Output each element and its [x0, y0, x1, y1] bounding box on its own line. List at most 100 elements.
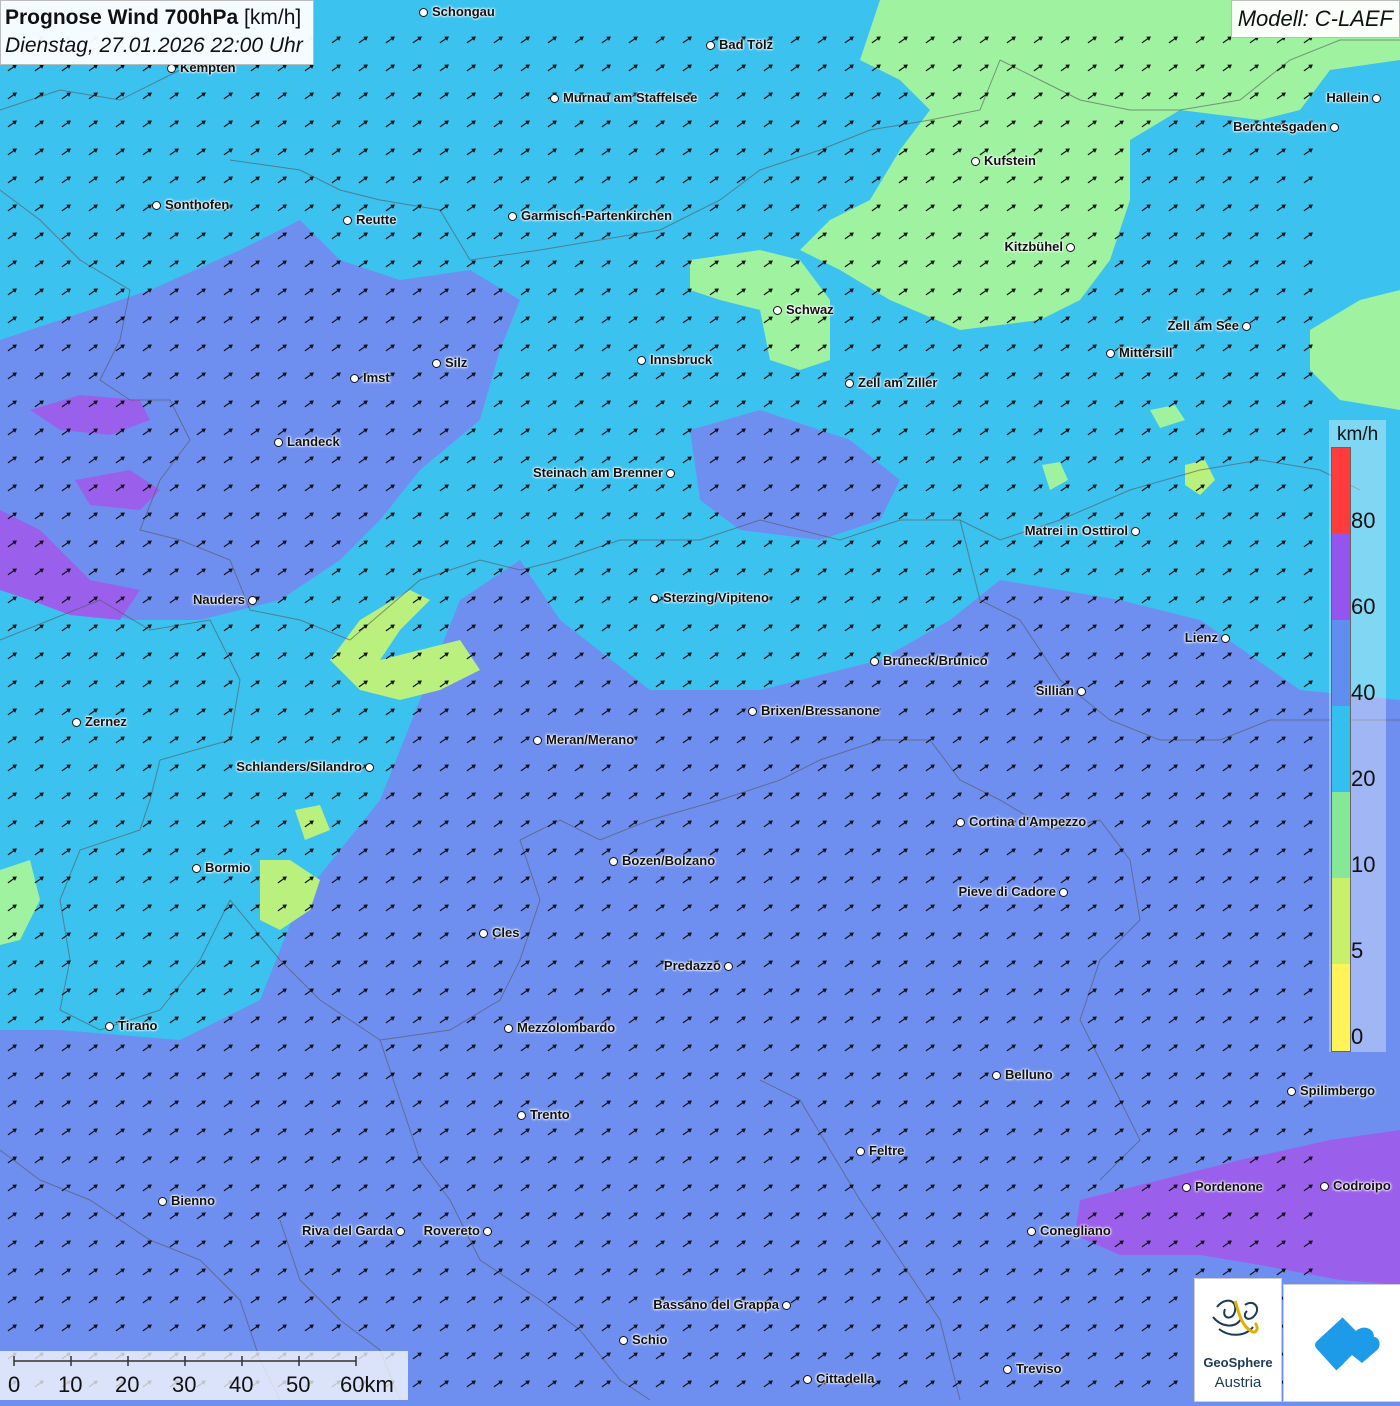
city-label: Murnau am Staffelsee: [563, 90, 698, 105]
city-marker: [609, 857, 618, 866]
city-label: Pordenone: [1195, 1179, 1263, 1194]
city-label: Bozen/Bolzano: [622, 853, 716, 868]
legend-segment-5: [1332, 878, 1350, 964]
city-marker: [870, 657, 879, 666]
city-label: Hallein: [1326, 90, 1369, 105]
city-label: Landeck: [287, 434, 340, 449]
city-label: Schlanders/Silandro: [236, 759, 362, 774]
city-marker: [666, 469, 675, 478]
forecast-datetime: Dienstag, 27.01.2026 22:00 Uhr: [5, 34, 303, 57]
city-label: Lienz: [1184, 630, 1218, 645]
city-label: Innsbruck: [650, 352, 713, 367]
city-label: Cles: [492, 925, 520, 940]
city-marker: [650, 594, 659, 603]
city-marker: [1182, 1183, 1191, 1192]
city-label: Codroipo: [1333, 1178, 1391, 1193]
legend-label-10: 10: [1351, 852, 1376, 877]
city-label: Imst: [363, 370, 390, 385]
city-label: Predazzo: [663, 958, 721, 973]
city-marker: [1131, 527, 1140, 536]
city-label: Cortina d'Ampezzo: [969, 814, 1087, 829]
city-marker: [432, 359, 441, 368]
city-marker: [992, 1071, 1001, 1080]
city-marker: [343, 216, 352, 225]
city-marker: [1003, 1365, 1012, 1374]
scale-label-30: 30: [172, 1372, 197, 1397]
city-label: Spilimbergo: [1300, 1083, 1376, 1098]
legend-label-5: 5: [1351, 938, 1364, 963]
city-marker: [1330, 123, 1339, 132]
city-label: Rovereto: [423, 1223, 480, 1238]
city-label: Bruneck/Brunico: [883, 653, 988, 668]
city-label: Bad Tölz: [719, 37, 774, 52]
app-logo[interactable]: [1283, 1284, 1400, 1402]
city-label: Kitzbühel: [1004, 239, 1064, 254]
city-marker: [1320, 1182, 1329, 1191]
city-label: Zell am Ziller: [858, 375, 938, 390]
geosphere-logo[interactable]: GeoSphere Austria: [1194, 1278, 1282, 1402]
city-label: Treviso: [1016, 1361, 1062, 1376]
city-marker: [365, 763, 374, 772]
city-marker: [152, 201, 161, 210]
city-marker: [1027, 1227, 1036, 1236]
city-label: Feltre: [869, 1143, 905, 1158]
city-label: Berchtesgaden: [1233, 119, 1327, 134]
city-marker: [396, 1227, 405, 1236]
city-label: Riva del Garda: [301, 1223, 393, 1238]
city-label: Mezzolombardo: [517, 1020, 616, 1035]
city-marker: [845, 379, 854, 388]
city-label: Schongau: [432, 4, 495, 19]
city-marker: [550, 94, 559, 103]
geosphere-swirl-icon: [1212, 1299, 1259, 1336]
legend-segment-60: [1332, 534, 1350, 620]
city-marker: [479, 929, 488, 938]
city-label: Tirano: [118, 1018, 158, 1033]
city-label: Reutte: [356, 212, 397, 227]
city-label: Silz: [445, 355, 468, 370]
cloud-arrow-icon: [1315, 1317, 1380, 1371]
city-marker: [1059, 888, 1068, 897]
city-marker: [508, 212, 517, 221]
city-label: Belluno: [1005, 1067, 1053, 1082]
scale-label-40: 40: [229, 1372, 254, 1397]
city-marker: [637, 356, 646, 365]
city-marker: [248, 596, 257, 605]
map-title: Prognose Wind 700hPa: [5, 6, 239, 29]
city-marker: [72, 718, 81, 727]
city-marker: [971, 157, 980, 166]
scale-label-20: 20: [115, 1372, 140, 1397]
legend-segment-10: [1332, 792, 1350, 878]
legend-segment-40: [1332, 620, 1350, 706]
legend-label-60: 60: [1351, 594, 1376, 619]
city-label: Mittersill: [1119, 345, 1173, 360]
city-marker: [856, 1147, 865, 1156]
city-label: Conegliano: [1040, 1223, 1111, 1238]
city-marker: [533, 736, 542, 745]
city-label: Cittadella: [816, 1371, 875, 1386]
scale-label-60: 60km: [340, 1372, 394, 1397]
city-marker: [1372, 94, 1381, 103]
legend-segment-20: [1332, 706, 1350, 792]
city-marker: [748, 707, 757, 716]
city-marker: [419, 8, 428, 17]
city-label: Trento: [530, 1107, 570, 1122]
city-marker: [724, 962, 733, 971]
city-marker: [483, 1227, 492, 1236]
city-label: Kufstein: [984, 153, 1036, 168]
city-label: Sillian: [1035, 683, 1074, 698]
city-marker: [803, 1375, 812, 1384]
city-label: Sterzing/Vipiteno: [663, 590, 769, 605]
legend-label-20: 20: [1351, 766, 1376, 791]
scale-label-10: 10: [58, 1372, 83, 1397]
city-label: Bassano del Grappa: [653, 1297, 779, 1312]
city-label: Schwaz: [786, 302, 834, 317]
scale-label-0: 0: [8, 1372, 21, 1397]
city-label: Pieve di Cadore: [958, 884, 1056, 899]
city-label: Meran/Merano: [546, 732, 635, 747]
city-label: Garmisch-Partenkirchen: [521, 208, 673, 223]
legend-label-80: 80: [1351, 508, 1376, 533]
city-marker: [619, 1336, 628, 1345]
city-marker: [1077, 687, 1086, 696]
city-label: Zell am See: [1167, 318, 1239, 333]
city-label: Matrei in Osttirol: [1024, 523, 1128, 538]
